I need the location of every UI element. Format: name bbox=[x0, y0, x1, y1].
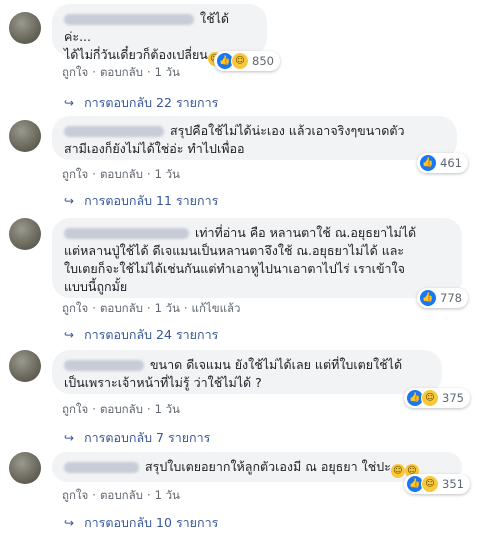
avatar[interactable] bbox=[9, 218, 41, 250]
timestamp[interactable]: 1 วัน bbox=[155, 301, 180, 315]
comment-actions: ถูกใจ · ตอบกลับ · 1 วัน · แก้ไขแล้ว bbox=[62, 301, 241, 315]
like-link[interactable]: ถูกใจ bbox=[62, 488, 88, 502]
view-replies-link[interactable]: ↪ การตอบกลับ 11 รายการ bbox=[64, 191, 218, 211]
comment-bubble: เท่าที่อ่าน คือ หลานตาใช้ ณ.อยุธยาไม่ได้… bbox=[52, 218, 462, 298]
comment-actions: ถูกใจ · ตอบกลับ · 1 วัน bbox=[62, 402, 180, 416]
author-name-blurred[interactable] bbox=[64, 14, 194, 25]
reaction-count: 461 bbox=[440, 156, 462, 170]
comment-text-line: เป็นเพราะเจ้าหน้าที่ไม่รู้ ว่าใช้ไม่ได้ … bbox=[64, 375, 262, 390]
reply-link[interactable]: ตอบกลับ bbox=[100, 488, 143, 502]
replies-label: การตอบกลับ 10 รายการ bbox=[84, 515, 219, 530]
author-name-blurred[interactable] bbox=[64, 462, 139, 473]
comment-text-line: สรุปคือใช้ไม่ได้น่ะเอง แล้วเอาจริงๆขนาดต… bbox=[170, 123, 405, 138]
comment-text-line: ขนาด ดีเจแมน ยังใช้ไม่ได้เลย แต่ที่ใบเตย… bbox=[150, 357, 403, 372]
thumbs-up-icon: 👍 bbox=[419, 289, 437, 307]
comment-bubble: ใช้ได้ค่ะ... ได้ไม่กี่วันเดี๋ยวก็ต้องเปล… bbox=[52, 4, 267, 66]
comment-actions: ถูกใจ · ตอบกลับ · 1 วัน bbox=[62, 65, 180, 79]
comment-text-line: แต่หลานปู่ใช้ได้ ดีเจแมนเป็นหลานตาจึงใช้… bbox=[64, 243, 405, 258]
timestamp[interactable]: 1 วัน bbox=[155, 402, 180, 416]
comment-text-line: ได้ไม่กี่วันเดี๋ยวก็ต้องเปลี่ยน bbox=[64, 47, 208, 62]
comment-text-line: แบบนี้ถูกมั้ย bbox=[64, 279, 128, 294]
timestamp[interactable]: 1 วัน bbox=[155, 65, 180, 79]
like-link[interactable]: ถูกใจ bbox=[62, 301, 88, 315]
view-replies-link[interactable]: ↪ การตอบกลับ 22 รายการ bbox=[64, 93, 218, 113]
replies-label: การตอบกลับ 22 รายการ bbox=[84, 95, 219, 110]
timestamp[interactable]: 1 วัน bbox=[155, 488, 180, 502]
reaction-count: 351 bbox=[442, 477, 464, 491]
grinning-face-emoji: ☺ bbox=[390, 464, 405, 478]
reply-link[interactable]: ตอบกลับ bbox=[100, 65, 143, 79]
comment-bubble: สรุปคือใช้ไม่ได้น่ะเอง แล้วเอาจริงๆขนาดต… bbox=[52, 116, 457, 160]
laughing-face-icon: ☺ bbox=[421, 389, 439, 407]
comment-text-line: สามีเองก็ยังไม่ได้ใช่อ่ะ ทำไปเพื่ออ bbox=[64, 141, 245, 156]
view-replies-link[interactable]: ↪ การตอบกลับ 7 รายการ bbox=[64, 428, 210, 448]
reaction-summary[interactable]: 👍 778 bbox=[417, 288, 468, 308]
like-link[interactable]: ถูกใจ bbox=[62, 65, 88, 79]
like-link[interactable]: ถูกใจ bbox=[62, 402, 88, 416]
avatar[interactable] bbox=[9, 452, 41, 484]
avatar[interactable] bbox=[9, 12, 41, 44]
comment-text-line: สรุปใบเตยอยากให้ลูกตัวเองมี ณ อยุธยา ใช่… bbox=[145, 459, 391, 474]
author-name-blurred[interactable] bbox=[64, 126, 164, 137]
reaction-summary[interactable]: 👍 461 bbox=[417, 153, 468, 173]
reply-link[interactable]: ตอบกลับ bbox=[100, 402, 143, 416]
reply-link[interactable]: ตอบกลับ bbox=[100, 301, 143, 315]
reaction-count: 375 bbox=[442, 391, 464, 405]
reply-arrow-icon: ↪ bbox=[64, 96, 75, 110]
replies-label: การตอบกลับ 24 รายการ bbox=[84, 327, 219, 342]
edited-label[interactable]: แก้ไขแล้ว bbox=[192, 301, 241, 315]
comment-bubble: ขนาด ดีเจแมน ยังใช้ไม่ได้เลย แต่ที่ใบเตย… bbox=[52, 350, 442, 394]
comment-text-line: ใบเตยก็จะใช้ไม่ได้เช่นกันแต่ทำเอาหูไปนาเ… bbox=[64, 261, 405, 276]
author-name-blurred[interactable] bbox=[64, 228, 189, 239]
view-replies-link[interactable]: ↪ การตอบกลับ 24 รายการ bbox=[64, 325, 218, 345]
laughing-face-icon: ☺ bbox=[421, 475, 439, 493]
reply-link[interactable]: ตอบกลับ bbox=[100, 167, 143, 181]
comment-actions: ถูกใจ · ตอบกลับ · 1 วัน bbox=[62, 488, 180, 502]
comment-actions: ถูกใจ · ตอบกลับ · 1 วัน bbox=[62, 167, 180, 181]
like-link[interactable]: ถูกใจ bbox=[62, 167, 88, 181]
reply-arrow-icon: ↪ bbox=[64, 194, 75, 208]
avatar[interactable] bbox=[9, 350, 41, 382]
comment-bubble: สรุปใบเตยอยากให้ลูกตัวเองมี ณ อยุธยา ใช่… bbox=[52, 452, 462, 482]
reaction-summary[interactable]: 👍 ☺ 850 bbox=[214, 51, 280, 71]
view-replies-link[interactable]: ↪ การตอบกลับ 10 รายการ bbox=[64, 513, 218, 533]
reply-arrow-icon: ↪ bbox=[64, 516, 75, 530]
reply-arrow-icon: ↪ bbox=[64, 431, 75, 445]
replies-label: การตอบกลับ 7 รายการ bbox=[84, 430, 211, 445]
replies-label: การตอบกลับ 11 รายการ bbox=[84, 193, 219, 208]
author-name-blurred[interactable] bbox=[64, 360, 144, 371]
laughing-face-icon: ☺ bbox=[231, 52, 249, 70]
reaction-count: 778 bbox=[440, 291, 462, 305]
avatar[interactable] bbox=[9, 120, 41, 152]
reaction-summary[interactable]: 👍 ☺ 375 bbox=[404, 388, 470, 408]
reply-arrow-icon: ↪ bbox=[64, 328, 75, 342]
reaction-count: 850 bbox=[252, 54, 274, 68]
comment-text-line: เท่าที่อ่าน คือ หลานตาใช้ ณ.อยุธยาไม่ได้ bbox=[195, 225, 417, 240]
timestamp[interactable]: 1 วัน bbox=[155, 167, 180, 181]
thumbs-up-icon: 👍 bbox=[419, 154, 437, 172]
reaction-summary[interactable]: 👍 ☺ 351 bbox=[404, 474, 470, 494]
